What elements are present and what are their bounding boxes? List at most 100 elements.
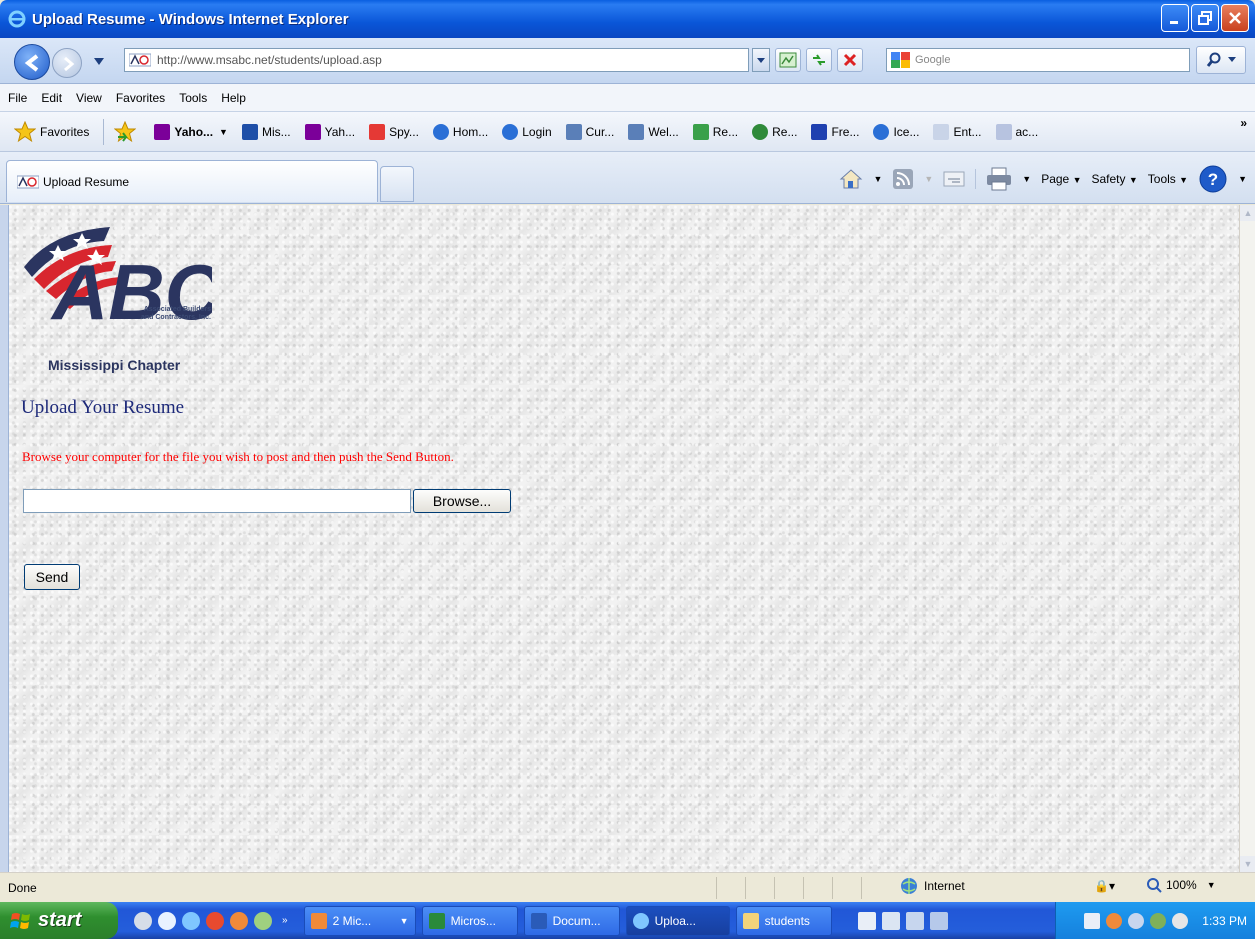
internet-explorer-icon[interactable] [182,911,200,930]
favorite-link-wel[interactable]: Wel... [628,123,679,140]
menu-help[interactable]: Help [221,91,246,105]
tool-icon[interactable] [881,911,900,930]
site-favicon-icon [17,175,39,188]
stop-button[interactable] [837,48,863,72]
taskbar-button-upload[interactable]: Uploa... [625,905,730,936]
svg-text:ABC: ABC [50,248,212,336]
favorite-link-mis[interactable]: Mis... [241,123,291,140]
tool-icon[interactable] [929,911,948,930]
recent-pages-dropdown-icon[interactable] [94,58,104,66]
favorite-link-home[interactable]: Hom... [432,123,488,140]
compatibility-view-icon [779,52,797,68]
search-icon [1206,52,1221,67]
zoom-level[interactable]: 100% ▼ [1146,877,1216,893]
favorite-link-ent[interactable]: Ent... [933,123,982,140]
favorites-overflow-chevron[interactable]: » [1240,116,1247,130]
help-dropdown[interactable]: ▼ [1238,174,1247,184]
new-tab-button[interactable] [380,166,414,202]
forward-button[interactable] [52,48,82,78]
favorite-link-ice[interactable]: Ice... [873,123,919,140]
chapter-name: Mississippi Chapter [48,357,181,373]
restore-button[interactable] [1191,4,1219,32]
close-button[interactable] [1221,4,1249,32]
refresh-button[interactable] [806,48,832,72]
compatibility-view-button[interactable] [775,48,801,72]
start-button[interactable]: start [0,902,118,939]
quick-launch-icon[interactable] [230,911,248,930]
favorite-link-cur[interactable]: Cur... [565,123,614,140]
address-dropdown-button[interactable] [752,48,770,72]
tool-icon[interactable] [905,911,924,930]
favorites-separator [103,118,105,145]
quick-launch-icon[interactable] [158,911,176,930]
favorites-star-icon [14,120,36,142]
status-panels [716,877,890,899]
page-menu[interactable]: Page ▼ [1041,172,1081,186]
google-search-provider-icon [891,52,910,68]
address-bar[interactable]: http://www.msabc.net/students/upload.asp [124,48,749,72]
tab-upload-resume[interactable]: Upload Resume [6,160,378,202]
address-url[interactable]: http://www.msabc.net/students/upload.asp [157,53,382,67]
back-button[interactable] [14,44,50,80]
safety-menu[interactable]: Safety ▼ [1092,172,1138,186]
tray-icon[interactable] [1128,912,1145,929]
taskbar-button-excel[interactable]: Micros... [421,905,518,936]
window-titlebar[interactable]: Upload Resume - Windows Internet Explore… [0,0,1255,38]
ie-page-icon [873,123,890,140]
scroll-down-icon[interactable]: ▼ [1240,856,1255,872]
tray-icon[interactable] [1106,912,1123,929]
menu-view[interactable]: View [76,91,102,105]
status-bar: Done Internet 🔒▾ 100% ▼ [0,872,1255,902]
yahoo-icon [304,123,321,140]
home-icon[interactable] [839,168,863,190]
add-to-favorites-bar-button[interactable] [114,120,140,143]
favorite-link-re[interactable]: Re... [692,123,738,140]
menu-tools[interactable]: Tools [179,91,207,105]
taskbar-button-group[interactable]: 2 Mic... ▼ [303,905,416,936]
favorite-link-spy[interactable]: Spy... [369,123,419,140]
minimize-button[interactable] [1161,4,1189,32]
protected-mode-icon[interactable]: 🔒▾ [1094,879,1115,893]
tray-icon[interactable] [1172,912,1189,929]
svg-text:?: ? [1208,170,1218,189]
quick-launch-icon[interactable] [254,911,272,930]
tray-icon[interactable] [1150,912,1167,929]
favorite-link-yahoo[interactable]: Yaho... ▼ [154,123,228,140]
content-left-border [0,205,8,872]
m-site-icon [241,123,258,140]
search-button[interactable] [1196,46,1246,74]
menu-edit[interactable]: Edit [41,91,62,105]
taskbar-button-students[interactable]: students [735,905,832,936]
feeds-dropdown[interactable]: ▼ [924,174,933,184]
send-button[interactable]: Send [24,564,80,590]
tool-icon[interactable] [857,911,876,930]
scroll-up-icon[interactable]: ▲ [1240,205,1255,221]
stop-icon [843,53,857,67]
menu-favorites[interactable]: Favorites [116,91,165,105]
tray-icon[interactable] [1084,912,1101,929]
home-dropdown[interactable]: ▼ [873,174,882,184]
quick-launch-overflow[interactable]: » [282,915,288,926]
favorite-link-login[interactable]: Login [502,123,552,140]
quick-launch-icon[interactable] [134,911,152,930]
search-input[interactable]: Google [886,48,1190,72]
favorite-link-yahoo-2[interactable]: Yah... [304,123,355,140]
favorite-link-re-2[interactable]: Re... [752,123,797,140]
help-icon[interactable]: ? [1198,164,1228,194]
quick-launch-icon[interactable] [206,911,224,930]
print-dropdown[interactable]: ▼ [1022,174,1031,184]
file-path-input[interactable] [23,489,411,513]
tools-menu[interactable]: Tools ▼ [1148,172,1188,186]
security-zone[interactable]: Internet [900,877,965,895]
browse-button[interactable]: Browse... [413,489,511,513]
taskbar-button-document[interactable]: Docum... [523,905,620,936]
favorite-link-fre[interactable]: Fre... [811,123,859,140]
menu-file[interactable]: File [8,91,27,105]
vertical-scrollbar[interactable]: ▲ ▼ [1239,205,1255,872]
favorite-link-ac[interactable]: ac... [995,123,1038,140]
rss-feeds-icon[interactable] [892,168,914,190]
print-icon[interactable] [986,167,1012,191]
read-mail-icon[interactable] [943,170,965,188]
favorites-button[interactable]: Favorites [14,120,89,143]
clock[interactable]: 1:33 PM [1202,914,1247,928]
